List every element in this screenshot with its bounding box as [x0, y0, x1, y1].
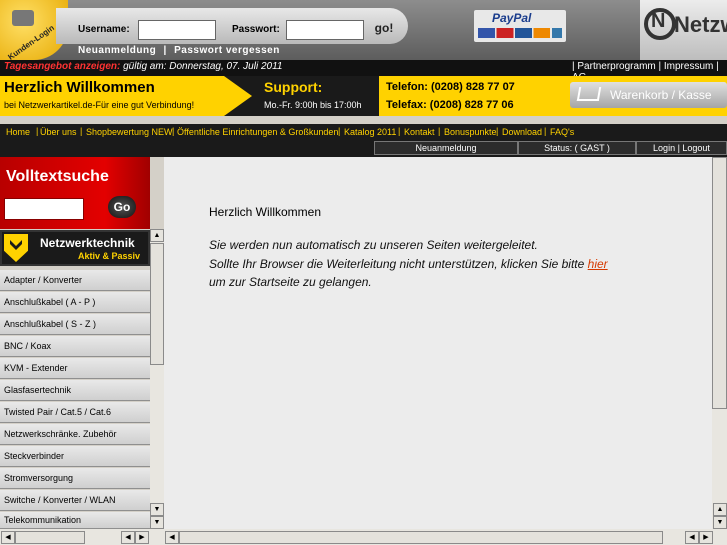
- arrow-icon: [224, 76, 252, 116]
- redirect-text: Sie werden nun automatisch zu unseren Se…: [209, 238, 538, 252]
- nav-download[interactable]: Download: [502, 127, 542, 137]
- brand-initial: N: [651, 10, 666, 32]
- scroll-left-icon[interactable]: ◀: [165, 531, 179, 544]
- nav-catalog[interactable]: Katalog 2011: [344, 127, 396, 137]
- category-title: Netzwerktechnik: [40, 236, 135, 250]
- cart-button[interactable]: Warenkorb / Kasse: [570, 82, 727, 108]
- scroll-down-icon[interactable]: ▼: [150, 516, 164, 529]
- lock-icon: [12, 10, 34, 26]
- scroll-right-icon[interactable]: ▶: [135, 531, 149, 544]
- subnav-status: Status: ( GAST ): [518, 141, 636, 155]
- scroll-up-icon[interactable]: ▲: [150, 229, 164, 242]
- welcome-subtitle: bei Netzwerkartikel.de-Für eine gut Verb…: [4, 100, 195, 110]
- daily-offer[interactable]: Tagesangebot anzeigen: gültig am: Donner…: [4, 61, 282, 72]
- nav-bonus[interactable]: Bonuspunkte: [444, 127, 497, 137]
- search-title: Volltextsuche: [6, 168, 109, 185]
- menu-item[interactable]: Twisted Pair / Cat.5 / Cat.6: [0, 402, 150, 423]
- scroll-thumb[interactable]: [150, 243, 164, 365]
- daily-offer-date: gültig am: Donnerstag, 07. Juli 2011: [123, 61, 283, 72]
- nav-sep: |: [338, 126, 341, 136]
- nav-about[interactable]: Über uns: [40, 127, 77, 137]
- separator: |: [163, 45, 167, 56]
- menu-item[interactable]: Telekommunikation: [0, 512, 150, 529]
- scroll-down-icon[interactable]: ▼: [150, 503, 164, 516]
- menu-item[interactable]: Switche / Konverter / WLAN: [0, 490, 150, 511]
- menu-item[interactable]: Anschlußkabel ( A - P ): [0, 292, 150, 313]
- support-label: Support:: [264, 79, 323, 95]
- scroll-up-icon[interactable]: ▲: [713, 503, 727, 516]
- menu-item[interactable]: Anschlußkabel ( S - Z ): [0, 314, 150, 335]
- here-link[interactable]: hier: [588, 257, 608, 271]
- scroll-left-icon[interactable]: ◀: [1, 531, 15, 544]
- scroll-thumb[interactable]: [15, 531, 85, 544]
- nav-sep: |: [544, 126, 547, 136]
- menu-item[interactable]: KVM - Extender: [0, 358, 150, 379]
- nav-sep: |: [496, 126, 499, 136]
- phone-number: Telefon: (0208) 828 77 07: [386, 81, 515, 93]
- scroll-right-icon[interactable]: ▶: [699, 531, 713, 544]
- cart-icon: [576, 87, 602, 101]
- menu-item[interactable]: Stromversorgung: [0, 468, 150, 489]
- page-title: Herzlich Willkommen: [209, 205, 322, 219]
- brand-logo: N Netzw: [640, 0, 727, 60]
- search-go-button[interactable]: Go: [108, 196, 136, 218]
- redirect-text: um zur Startseite zu gelangen.: [209, 275, 372, 289]
- daily-offer-label[interactable]: Tagesangebot anzeigen:: [4, 61, 120, 72]
- register-links: Neuanmeldung | Passwort vergessen: [78, 45, 280, 56]
- search-input[interactable]: [4, 198, 84, 220]
- brand-text: Netzw: [674, 12, 727, 37]
- category-subtitle: Aktiv & Passiv: [78, 251, 141, 261]
- fax-number: Telefax: (0208) 828 77 06: [386, 99, 514, 111]
- spacer: [0, 116, 727, 124]
- redirect-text: Sollte Ihr Browser die Weiterleitung nic…: [209, 257, 585, 271]
- nav-sep: |: [36, 126, 39, 136]
- scroll-left-icon[interactable]: ◀: [121, 531, 135, 544]
- nav-sep: |: [438, 126, 441, 136]
- nav-faq[interactable]: FAQ's: [550, 127, 574, 137]
- nav-public[interactable]: Öffentliche Einrichtungen & Großkunden: [177, 127, 338, 137]
- menu-item[interactable]: Netzwerkschränke. Zubehör: [0, 424, 150, 445]
- register-link[interactable]: Neuanmeldung: [78, 45, 156, 56]
- nav-contact[interactable]: Kontakt: [404, 127, 435, 137]
- badge-text: Kunden-Login: [6, 23, 56, 62]
- login-go-button[interactable]: go!: [370, 18, 398, 38]
- nav-home[interactable]: Home: [6, 127, 30, 137]
- support-hours: Mo.-Fr. 9:00h bis 17:00h: [264, 100, 362, 110]
- welcome-title: Herzlich Willkommen: [4, 79, 155, 96]
- cart-label: Warenkorb / Kasse: [610, 88, 712, 102]
- username-label: Username:: [78, 24, 130, 35]
- nav-shopbewertung[interactable]: Shopbewertung NEW: [86, 127, 173, 137]
- subnav-login[interactable]: Login | Logout: [636, 141, 727, 155]
- nav-sep: |: [398, 126, 401, 136]
- menu-item[interactable]: Glasfasertechnik: [0, 380, 150, 401]
- scroll-thumb[interactable]: [712, 157, 727, 409]
- subnav-register[interactable]: Neuanmeldung: [374, 141, 518, 155]
- menu-item[interactable]: Adapter / Konverter: [0, 270, 150, 291]
- menu-item[interactable]: BNC / Koax: [0, 336, 150, 357]
- scroll-left-icon[interactable]: ◀: [685, 531, 699, 544]
- password-label: Passwort:: [232, 24, 280, 35]
- paypal-logo: PayPal: [474, 10, 566, 42]
- paypal-text: PayPal: [492, 11, 532, 25]
- password-input[interactable]: [286, 20, 364, 40]
- redirect-line: Sollte Ihr Browser die Weiterleitung nic…: [209, 257, 608, 271]
- username-input[interactable]: [138, 20, 216, 40]
- forgot-password-link[interactable]: Passwort vergessen: [174, 45, 280, 56]
- scroll-thumb[interactable]: [179, 531, 663, 544]
- nav-sep: |: [80, 126, 83, 136]
- menu-item[interactable]: Steckverbinder: [0, 446, 150, 467]
- credit-cards-icon: [478, 28, 562, 38]
- nav-sep: |: [172, 126, 175, 136]
- scroll-down-icon[interactable]: ▼: [713, 516, 727, 529]
